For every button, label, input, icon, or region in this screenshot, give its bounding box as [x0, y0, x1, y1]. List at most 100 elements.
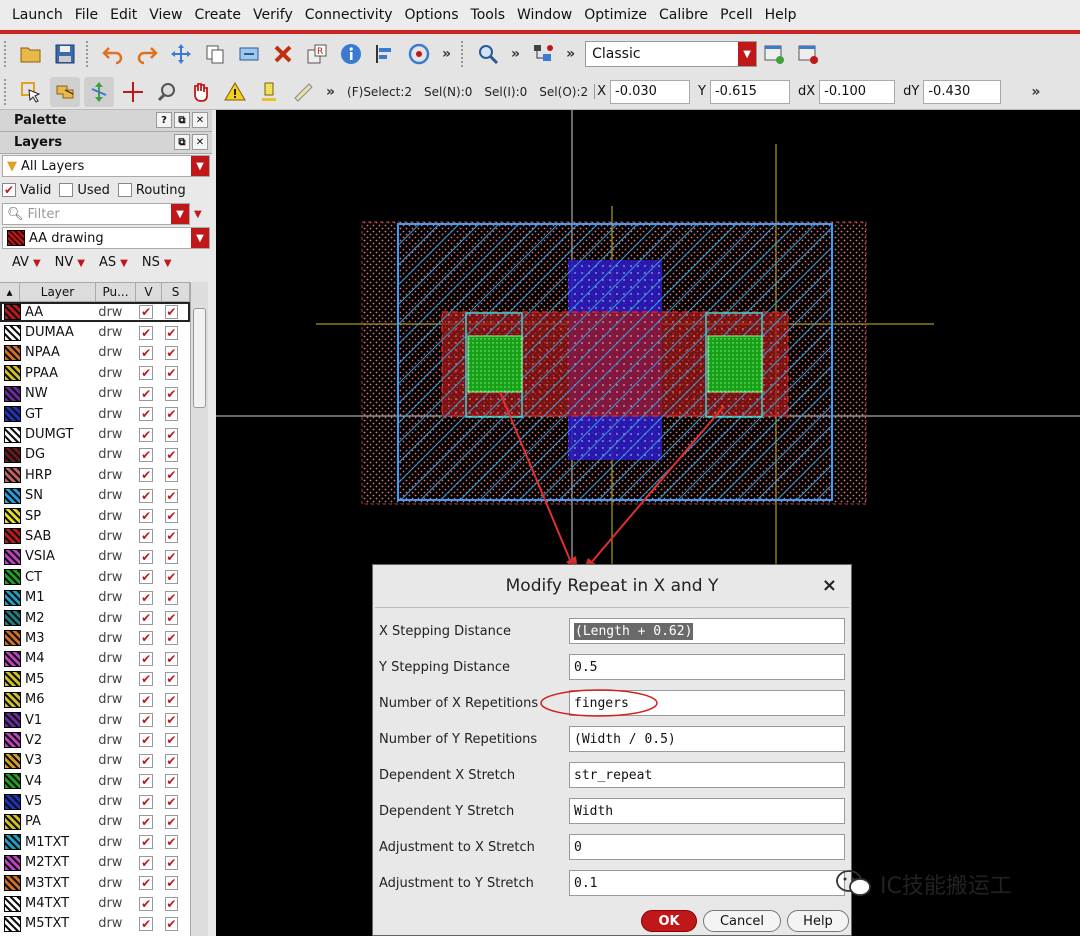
layer-row[interactable]: PA drw ✔ ✔: [0, 812, 190, 832]
layer-swatch-icon[interactable]: [4, 344, 22, 361]
layer-visible-checkbox[interactable]: ✔: [139, 896, 153, 911]
layer-swatch-icon[interactable]: [4, 630, 22, 647]
layer-visible-checkbox[interactable]: ✔: [139, 468, 153, 483]
nv-toggle[interactable]: NV ▼: [55, 255, 85, 270]
toolbar-grip[interactable]: [86, 41, 92, 67]
layer-selectable-checkbox[interactable]: ✔: [164, 672, 179, 687]
toolbar-grip[interactable]: [461, 41, 467, 67]
ns-toggle[interactable]: NS ▼: [142, 255, 172, 270]
layer-selectable-checkbox[interactable]: ✔: [164, 774, 179, 789]
layer-row[interactable]: M3 drw ✔ ✔: [0, 628, 190, 648]
menu-launch[interactable]: Launch: [6, 7, 69, 23]
layer-selectable-checkbox[interactable]: ✔: [164, 631, 179, 646]
layer-row[interactable]: CT drw ✔ ✔: [0, 567, 190, 587]
layer-set-select[interactable]: ▼ All Layers ▼: [2, 155, 210, 177]
layer-swatch-icon[interactable]: [4, 915, 22, 932]
layer-swatch-icon[interactable]: [4, 691, 22, 708]
hierarchy-icon[interactable]: [528, 39, 558, 69]
toolbar-overflow[interactable]: »: [1025, 84, 1046, 100]
layer-visible-checkbox[interactable]: ✔: [139, 366, 153, 381]
workspace-save-icon[interactable]: [759, 39, 789, 69]
layer-row[interactable]: NW drw ✔ ✔: [0, 384, 190, 404]
layer-selectable-checkbox[interactable]: ✔: [164, 488, 179, 503]
layer-visible-checkbox[interactable]: ✔: [139, 672, 153, 687]
close-icon[interactable]: ×: [822, 575, 837, 596]
layer-row[interactable]: V5 drw ✔ ✔: [0, 791, 190, 811]
layer-row[interactable]: SAB drw ✔ ✔: [0, 526, 190, 546]
layer-visible-checkbox[interactable]: ✔: [139, 692, 153, 707]
layer-visible-checkbox[interactable]: ✔: [139, 651, 153, 666]
layer-swatch-icon[interactable]: [4, 650, 22, 667]
magnify-layer-icon[interactable]: [152, 77, 182, 107]
layer-swatch-icon[interactable]: [4, 610, 22, 627]
marker-icon[interactable]: [254, 77, 284, 107]
layer-selectable-checkbox[interactable]: ✔: [164, 305, 179, 320]
layer-row[interactable]: SN drw ✔ ✔: [0, 486, 190, 506]
layer-visible-checkbox[interactable]: ✔: [139, 386, 153, 401]
layer-row[interactable]: M4TXT drw ✔ ✔: [0, 893, 190, 913]
layer-swatch-icon[interactable]: [4, 773, 22, 790]
layer-visible-checkbox[interactable]: ✔: [139, 305, 153, 320]
layer-swatch-icon[interactable]: [4, 324, 22, 341]
y-repetitions-field[interactable]: (Width / 0.5): [569, 726, 845, 752]
dy-coord-field[interactable]: -0.430: [923, 79, 1002, 104]
layer-selectable-checkbox[interactable]: ✔: [164, 549, 179, 564]
layer-selectable-checkbox[interactable]: ✔: [164, 366, 179, 381]
align-icon[interactable]: [370, 39, 400, 69]
toolbar-overflow[interactable]: »: [436, 46, 457, 62]
layer-visible-checkbox[interactable]: ✔: [139, 774, 153, 789]
zoom-icon[interactable]: [473, 39, 503, 69]
routing-checkbox[interactable]: [117, 183, 132, 197]
layer-row[interactable]: AA drw ✔ ✔: [0, 302, 190, 323]
layer-swatch-icon[interactable]: [4, 365, 22, 382]
float-icon[interactable]: ⧉: [174, 134, 190, 150]
layer-visible-checkbox[interactable]: ✔: [139, 590, 153, 605]
layer-swatch-icon[interactable]: [4, 589, 22, 606]
layer-row[interactable]: NPAA drw ✔ ✔: [0, 343, 190, 363]
layer-row[interactable]: M6 drw ✔ ✔: [0, 689, 190, 709]
av-toggle[interactable]: AV ▼: [12, 255, 41, 270]
layer-row[interactable]: V1 drw ✔ ✔: [0, 710, 190, 730]
layer-row[interactable]: M5 drw ✔ ✔: [0, 669, 190, 689]
menu-verify[interactable]: Verify: [247, 7, 299, 23]
help-icon[interactable]: ?: [156, 112, 172, 128]
ruler-icon[interactable]: [288, 77, 318, 107]
layer-swatch-icon[interactable]: [4, 487, 22, 504]
workspace-select[interactable]: Classic ▼: [585, 41, 758, 67]
stretch-icon[interactable]: [234, 39, 264, 69]
scrollbar-thumb[interactable]: [193, 308, 206, 408]
layer-visible-checkbox[interactable]: ✔: [139, 325, 153, 340]
dependent-y-stretch-field[interactable]: Width: [569, 798, 845, 824]
layer-selectable-checkbox[interactable]: ✔: [164, 509, 179, 524]
adjust-x-stretch-field[interactable]: 0: [569, 834, 845, 860]
menu-connectivity[interactable]: Connectivity: [299, 7, 399, 23]
layer-visible-checkbox[interactable]: ✔: [139, 345, 153, 360]
ok-button[interactable]: OK: [641, 910, 697, 932]
layer-selectable-checkbox[interactable]: ✔: [164, 427, 179, 442]
layer-visible-checkbox[interactable]: ✔: [139, 407, 153, 422]
layer-swatch-icon[interactable]: [4, 732, 22, 749]
menu-tools[interactable]: Tools: [465, 7, 512, 23]
adjust-y-stretch-field[interactable]: 0.1: [569, 870, 845, 896]
layer-swatch-icon[interactable]: [4, 834, 22, 851]
chevron-down-icon[interactable]: ▼: [171, 204, 189, 224]
layer-swatch-icon[interactable]: [4, 385, 22, 402]
layer-row[interactable]: V3 drw ✔ ✔: [0, 751, 190, 771]
y-coord-field[interactable]: -0.615: [709, 79, 790, 104]
layer-swatch-icon[interactable]: [4, 671, 22, 688]
select-pointer-icon[interactable]: [16, 77, 46, 107]
menu-window[interactable]: Window: [511, 7, 578, 23]
move-icon[interactable]: [166, 39, 196, 69]
layer-row[interactable]: V2 drw ✔ ✔: [0, 730, 190, 750]
layer-selectable-checkbox[interactable]: ✔: [164, 345, 179, 360]
layer-selectable-checkbox[interactable]: ✔: [164, 651, 179, 666]
layer-swatch-icon[interactable]: [4, 712, 22, 728]
layer-visible-checkbox[interactable]: ✔: [139, 855, 153, 870]
menu-help[interactable]: Help: [759, 7, 803, 23]
layer-selectable-checkbox[interactable]: ✔: [164, 407, 179, 422]
stretch-select-icon[interactable]: [84, 76, 114, 107]
layer-selectable-checkbox[interactable]: ✔: [164, 590, 179, 605]
expand-column[interactable]: ▴: [0, 283, 20, 301]
layer-selectable-checkbox[interactable]: ✔: [164, 468, 179, 483]
refresh-icon[interactable]: [404, 39, 434, 69]
